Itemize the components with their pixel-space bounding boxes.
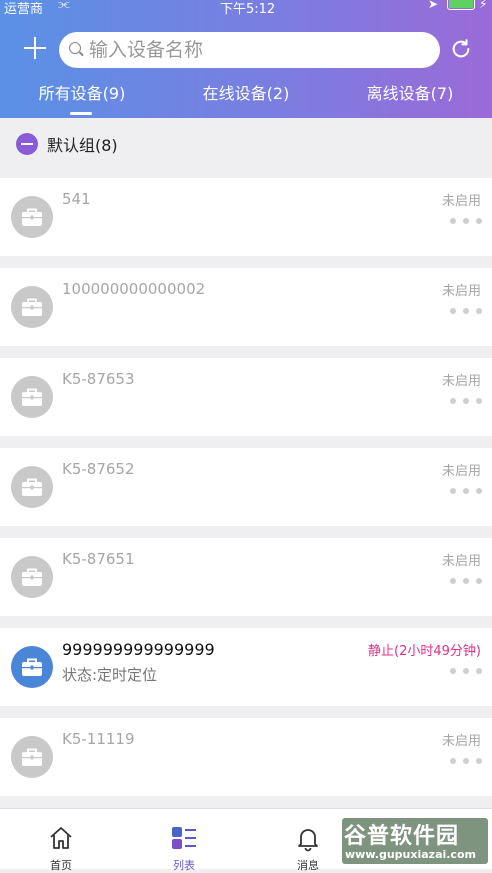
tab-list[interactable]: 列表 — [154, 809, 214, 872]
tab-messages-label: 消息 — [297, 859, 319, 872]
device-row[interactable]: K5-87651 未启用 — [0, 538, 492, 616]
watermark-title: 谷普软件园 — [344, 824, 460, 849]
device-row[interactable]: K5-87653 未启用 — [0, 358, 492, 436]
device-row[interactable]: K5-87652 未启用 — [0, 448, 492, 526]
tab-messages[interactable]: 消息 — [278, 809, 338, 872]
group-header[interactable]: 默认组(8) — [0, 118, 492, 170]
watermark-url: www.gupuxiazai.com — [345, 848, 476, 861]
device-name: K5-11119 — [62, 730, 135, 748]
briefcase-icon — [11, 556, 53, 598]
more-icon[interactable] — [450, 308, 482, 316]
more-icon[interactable] — [450, 488, 482, 496]
briefcase-icon — [11, 196, 53, 238]
refresh-icon — [452, 39, 470, 58]
search-icon — [69, 42, 85, 58]
home-icon — [50, 827, 72, 849]
list-icon — [172, 827, 196, 849]
device-status: 静止(2小时49分钟) — [368, 644, 481, 659]
device-substatus: 状态:定时定位 — [62, 666, 158, 684]
more-icon[interactable] — [450, 398, 482, 406]
device-name: K5-87652 — [62, 460, 135, 478]
device-name: 541 — [62, 190, 91, 208]
status-time: 下午5:12 — [220, 2, 276, 17]
carrier-label: 运营商 — [4, 2, 44, 17]
briefcase-icon — [11, 466, 53, 508]
device-status: 未启用 — [441, 374, 481, 389]
tab-all-devices[interactable]: 所有设备(9) — [0, 80, 164, 104]
more-icon[interactable] — [450, 668, 482, 676]
tab-list-label: 列表 — [173, 859, 195, 872]
tab-home[interactable]: 首页 — [31, 809, 91, 872]
bell-icon — [298, 829, 318, 852]
device-row[interactable]: 541 未启用 — [0, 178, 492, 256]
charging-icon: ⚡ — [479, 0, 488, 11]
device-row[interactable]: K5-11119 未启用 — [0, 718, 492, 796]
tab-online-devices[interactable]: 在线设备(2) — [164, 80, 328, 104]
refresh-button[interactable] — [450, 38, 472, 60]
collapse-group-icon[interactable] — [16, 133, 38, 155]
device-status: 未启用 — [441, 734, 481, 749]
device-name: K5-87651 — [62, 550, 135, 568]
briefcase-icon — [11, 376, 53, 418]
device-status: 未启用 — [441, 554, 481, 569]
device-status: 未启用 — [441, 284, 481, 299]
briefcase-icon — [11, 736, 53, 778]
active-tab-indicator — [70, 112, 92, 115]
tab-home-label: 首页 — [50, 859, 72, 872]
wifi-icon: ⫘ — [58, 0, 70, 12]
device-name: K5-87653 — [62, 370, 135, 388]
device-row[interactable]: 999999999999999 状态:定时定位 静止(2小时49分钟) — [0, 628, 492, 706]
status-bar: 运营商 ⫘ 下午5:12 ➤ ⚡ — [0, 0, 492, 17]
device-name: 100000000000002 — [62, 280, 206, 298]
watermark-logo: 谷普软件园 www.gupuxiazai.com — [342, 818, 488, 864]
more-icon[interactable] — [450, 758, 482, 766]
device-filter-tabs: 所有设备(9) 在线设备(2) 离线设备(7) — [0, 76, 492, 118]
briefcase-icon — [11, 646, 53, 688]
search-bar[interactable] — [59, 32, 440, 68]
device-status: 未启用 — [441, 194, 481, 209]
battery-icon — [447, 0, 475, 10]
more-icon[interactable] — [450, 578, 482, 586]
briefcase-icon — [11, 286, 53, 328]
group-label: 默认组(8) — [47, 136, 118, 155]
location-arrow-icon: ➤ — [428, 0, 439, 11]
add-device-button[interactable] — [22, 35, 48, 61]
header: 运营商 ⫘ 下午5:12 ➤ ⚡ 所有设备(9) 在线设备(2) 离线设备(7) — [0, 0, 492, 118]
more-icon[interactable] — [450, 218, 482, 226]
device-status: 未启用 — [441, 464, 481, 479]
device-row[interactable]: 100000000000002 未启用 — [0, 268, 492, 346]
search-input[interactable] — [89, 39, 419, 61]
tab-offline-devices[interactable]: 离线设备(7) — [328, 80, 492, 104]
device-name: 999999999999999 — [62, 640, 215, 659]
